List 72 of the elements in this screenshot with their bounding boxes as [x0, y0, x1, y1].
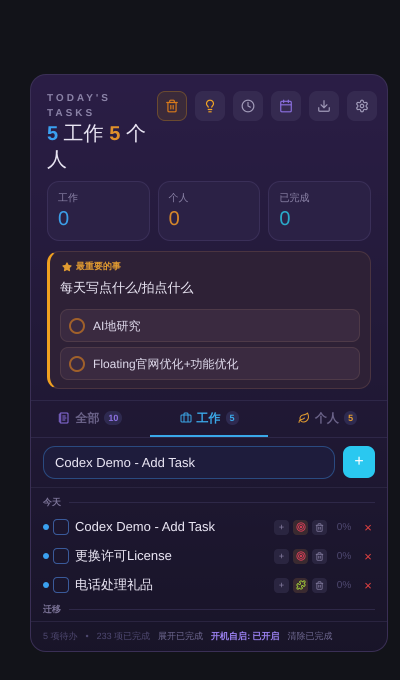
tab[interactable]: 全部 10: [31, 401, 150, 437]
bulb-button[interactable]: [195, 91, 225, 121]
target-button[interactable]: [293, 548, 308, 564]
autostart-link[interactable]: 开机自启: 已开启: [211, 630, 280, 644]
count-badge: 5: [226, 411, 239, 425]
briefcase-icon: [180, 412, 192, 424]
focus-item-text: Floating官网优化+功能优化: [93, 356, 239, 372]
target-icon: [296, 551, 306, 561]
progress-text: 0%: [336, 578, 352, 592]
trash-icon: [315, 552, 324, 560]
tab[interactable]: 工作 5: [150, 401, 268, 437]
clock-button[interactable]: [233, 91, 263, 121]
stat-label: 工作: [58, 192, 79, 206]
delete-button[interactable]: [312, 578, 327, 592]
section-title: 今天: [43, 496, 61, 509]
stat-value: 0: [279, 207, 292, 232]
clear-completed-link[interactable]: 清除已完成: [288, 630, 333, 644]
settings-button[interactable]: [347, 91, 377, 121]
remove-button[interactable]: ×: [361, 550, 375, 562]
remove-button[interactable]: ×: [361, 520, 375, 534]
calendar-icon: [279, 99, 293, 113]
delete-button[interactable]: [312, 548, 327, 564]
stat-label: 个人: [168, 192, 190, 206]
target-icon: [296, 522, 306, 532]
pending-count: 5 项待办: [43, 630, 78, 643]
section-title: 迁移: [43, 602, 61, 616]
progress-text: 0%: [336, 520, 352, 534]
clock-icon: [241, 99, 255, 113]
stat-label: 已完成: [279, 192, 310, 206]
separator: •: [86, 630, 89, 643]
remove-button[interactable]: ×: [361, 578, 375, 592]
download-icon: [317, 99, 331, 113]
puzzle-button[interactable]: [293, 578, 308, 592]
settings-icon: [355, 99, 369, 113]
panel-title: TODAY'S TASKS: [47, 92, 112, 121]
task-input-field[interactable]: Codex Demo - Add Task: [43, 446, 335, 479]
focus-label: 最重要的事: [76, 260, 121, 273]
tab[interactable]: 个人 5: [268, 401, 387, 437]
task-summary: 5 工作 5 个人: [47, 122, 147, 173]
trash-icon: [315, 580, 324, 590]
puzzle-icon: [296, 580, 306, 590]
download-button[interactable]: [309, 91, 339, 121]
note-icon: [58, 412, 70, 424]
calendar-button[interactable]: [271, 91, 301, 121]
focus-item[interactable]: Floating官网优化+功能优化: [60, 347, 360, 380]
trash-icon: [315, 522, 324, 532]
expand-completed-link[interactable]: 展开已完成: [158, 630, 204, 644]
trash-button[interactable]: [157, 91, 187, 121]
count-badge: 5: [344, 411, 358, 425]
delete-button[interactable]: [312, 520, 327, 534]
trash-icon: [165, 99, 179, 113]
focus-item[interactable]: AI地研究: [60, 309, 360, 342]
leaf-icon: [298, 412, 310, 424]
done-count: 233 项已完成: [96, 630, 150, 643]
stat-value: 0: [168, 207, 181, 232]
add-subtask-button[interactable]: +: [274, 548, 289, 564]
add-subtask-button[interactable]: +: [274, 520, 289, 534]
bulb-icon: [203, 99, 217, 113]
task-checkbox[interactable]: [53, 519, 69, 535]
task-text: 电话处理礼品: [75, 576, 154, 594]
target-button[interactable]: [293, 520, 308, 534]
task-text: 更换许可License: [75, 547, 173, 566]
star-icon: [62, 262, 72, 272]
focus-item-text: AI地研究: [93, 318, 140, 334]
add-subtask-button[interactable]: +: [274, 578, 289, 592]
task-checkbox[interactable]: [53, 548, 69, 564]
progress-text: 0%: [336, 550, 352, 564]
task-checkbox[interactable]: [53, 577, 69, 593]
task-text: Codex Demo - Add Task: [75, 518, 216, 536]
stat-value: 0: [58, 207, 70, 232]
focus-text: 每天写点什么/拍点什么: [60, 278, 195, 296]
count-badge: 10: [104, 411, 122, 425]
